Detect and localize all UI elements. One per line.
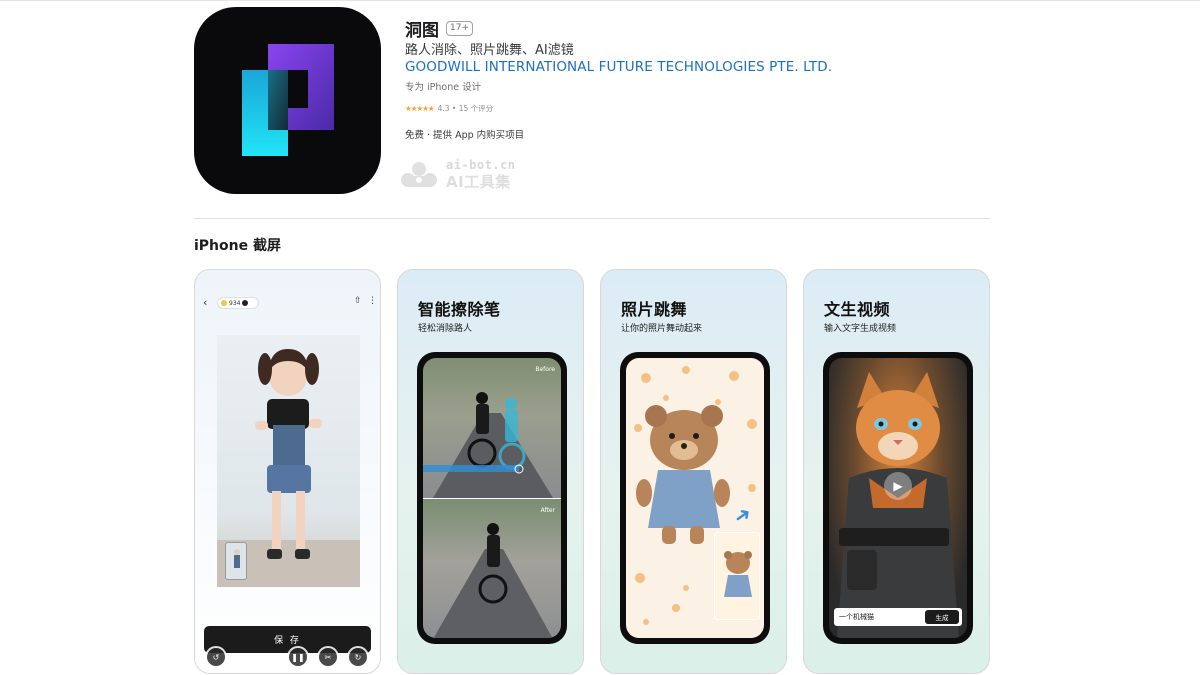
coin-count: 934	[229, 299, 241, 307]
coin-icon	[221, 300, 227, 306]
undo-icon[interactable]: ↺	[205, 646, 227, 668]
original-thumbnail[interactable]	[225, 542, 247, 580]
screenshot-1[interactable]: ‹ 934 ⇧ ⋮ 保 存 ↺ ❚❚ ✂ ↻	[194, 269, 381, 674]
app-subtitle: 路人消除、照片跳舞、AI滤镜	[405, 43, 574, 58]
phone-frame: Before After	[417, 352, 567, 644]
more-icon: ⋮	[368, 296, 377, 306]
after-label: After	[540, 507, 555, 514]
dongtu-logo-icon	[242, 44, 334, 156]
shot-heading: 照片跳舞	[621, 300, 688, 319]
after-image: After	[423, 498, 561, 638]
prompt-text: 一个机械猫	[839, 613, 874, 621]
watermark-name: AI工具集	[446, 173, 511, 191]
play-video-button[interactable]: ▶	[884, 472, 912, 500]
age-rating-badge: 17+	[446, 21, 473, 36]
app-title-row: 洞图 17+	[405, 16, 473, 41]
phone-frame: ▶ 一个机械猫 生成	[823, 352, 973, 644]
screenshot-2[interactable]: 智能擦除笔 轻松消除路人 Before After	[397, 269, 584, 674]
save-button[interactable]: 保 存	[204, 626, 371, 653]
play-icon	[242, 300, 249, 306]
shot-heading: 智能擦除笔	[418, 300, 501, 319]
editor-top-bar: ‹ 934 ⇧ ⋮	[203, 296, 377, 310]
screenshots-section-title: iPhone 截屏	[194, 238, 281, 254]
rating-row: ★★★★★ 4.3 • 15 个评分	[405, 103, 493, 114]
shot-caption: 输入文字生成视频	[824, 324, 897, 334]
developer-link[interactable]: GOODWILL INTERNATIONAL FUTURE TECHNOLOGI…	[405, 59, 832, 75]
shot-caption: 让你的照片舞动起来	[621, 324, 703, 334]
screenshot-3[interactable]: 照片跳舞 让你的照片舞动起来 ➜	[600, 269, 787, 674]
back-icon: ‹	[203, 296, 208, 309]
pause-icon[interactable]: ❚❚	[287, 646, 309, 668]
top-border	[0, 0, 1200, 1]
rating-text: 4.3 • 15 个评分	[437, 104, 494, 113]
price-text: 免费 · 提供 App 内购买项目	[405, 130, 525, 141]
shot-heading: 文生视频	[824, 300, 891, 319]
designed-for-text: 专为 iPhone 设计	[405, 82, 482, 93]
phone-screen: ➜	[626, 358, 764, 638]
prompt-input[interactable]: 一个机械猫 生成	[834, 608, 962, 626]
app-title: 洞图	[405, 21, 439, 41]
before-image: Before	[423, 358, 561, 498]
rating-stars-icon: ★★★★★	[405, 104, 435, 113]
before-label: Before	[535, 366, 555, 373]
section-divider	[194, 218, 990, 219]
redo-icon[interactable]: ↻	[347, 646, 369, 668]
phone-screen: ▶ 一个机械猫 生成	[829, 358, 967, 638]
shot-caption: 轻松消除路人	[418, 324, 473, 334]
watermark-url: ai-bot.cn	[446, 158, 516, 172]
watermark: ai-bot.cn AI工具集	[398, 158, 538, 192]
phone-frame: ➜	[620, 352, 770, 644]
scissors-icon[interactable]: ✂	[317, 646, 339, 668]
source-photo-inset	[714, 532, 760, 620]
coin-balance: 934	[217, 297, 259, 309]
cloud-logo-icon	[401, 162, 437, 187]
share-icon: ⇧	[354, 296, 362, 306]
phone-screen: Before After	[423, 358, 561, 638]
screenshot-4[interactable]: 文生视频 输入文字生成视频 ▶ 一个机械猫 生成	[803, 269, 990, 674]
app-icon	[194, 7, 381, 194]
generate-button[interactable]: 生成	[925, 610, 959, 624]
